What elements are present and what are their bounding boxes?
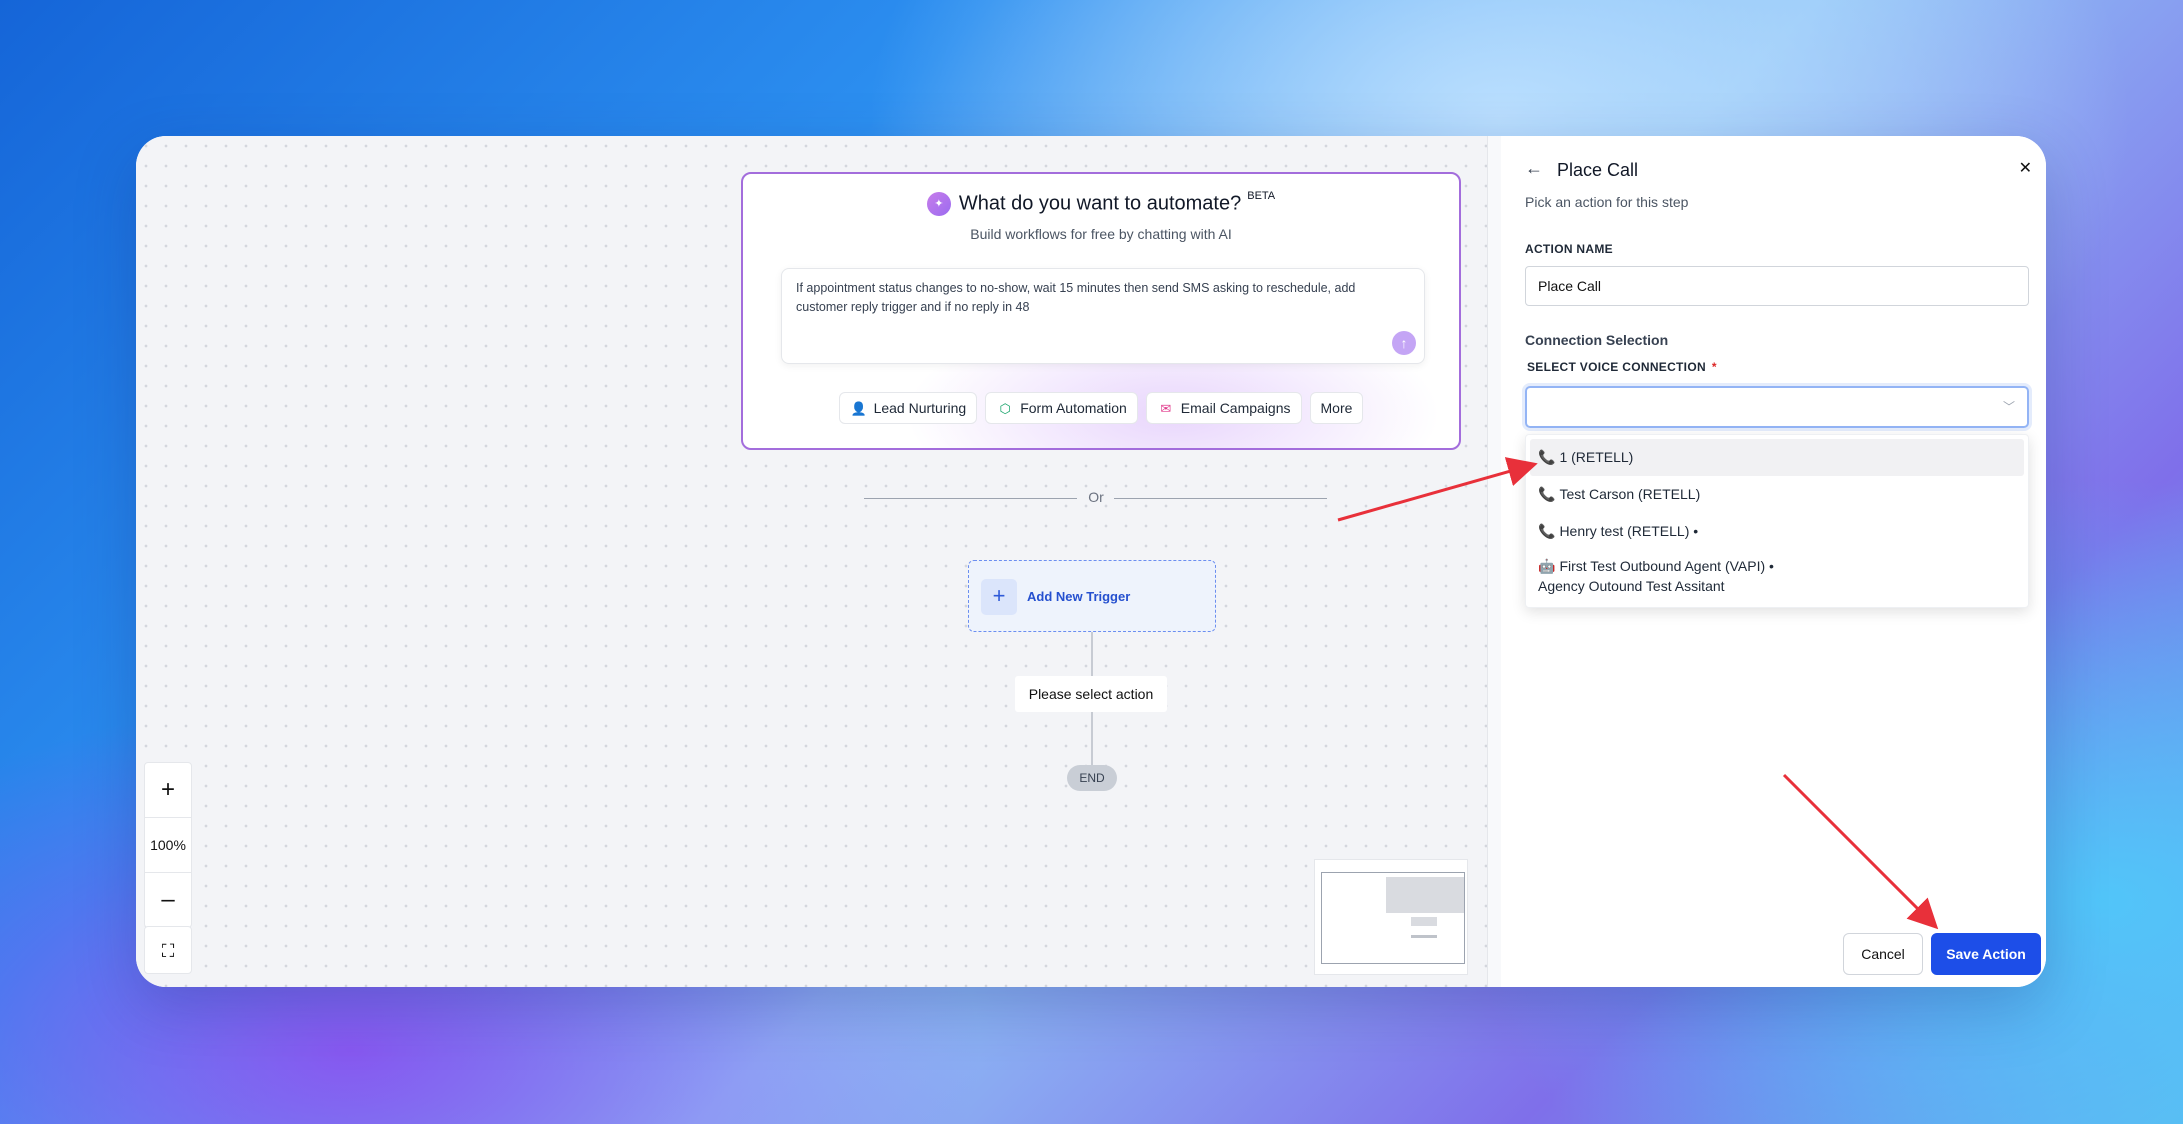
workflow-window: ✦ What do you want to automate? BETA Build… — [136, 136, 2046, 987]
ai-card-subtitle: Build workflows for free by chatting wit… — [970, 226, 1232, 242]
ai-prompt-text: If appointment status changes to no-show… — [796, 281, 1356, 314]
voice-connection-label: SELECT VOICE CONNECTION * — [1527, 360, 1717, 374]
action-name-label: ACTION NAME — [1525, 242, 1613, 256]
minimap-viewport — [1321, 872, 1465, 964]
action-name-input[interactable]: Place Call — [1525, 266, 2029, 306]
panel-subtitle: Pick an action for this step — [1525, 194, 1689, 210]
add-trigger-label: Add New Trigger — [1027, 589, 1131, 604]
zoom-controls: + 100% – — [144, 762, 192, 928]
ai-card-title: What do you want to automate? — [958, 192, 1242, 215]
workflow-canvas[interactable]: ✦ What do you want to automate? BETA Build… — [136, 136, 1487, 987]
ai-prompt-input[interactable]: If appointment status changes to no-show… — [781, 268, 1425, 364]
phone-icon: 📞 — [1538, 486, 1556, 502]
arrow-left-icon[interactable]: ← — [1525, 158, 1543, 179]
voice-connection-dropdown: 📞 1 (RETELL) 📞 Test Carson (RETELL) 📞 Henry… — [1525, 434, 2029, 608]
panel-divider — [1487, 136, 1502, 987]
option-test-carson[interactable]: 📞 Test Carson (RETELL) — [1530, 476, 2024, 513]
connection-section-title: Connection Selection — [1525, 332, 1669, 348]
ai-sparkle-icon: ✦ — [926, 192, 951, 216]
user-icon: 👤 — [850, 401, 867, 416]
cube-icon: ⬡ — [999, 401, 1011, 416]
robot-icon: 🤖 — [1538, 558, 1556, 574]
select-action-node[interactable]: Please select action — [1015, 676, 1167, 712]
required-mark: * — [1711, 360, 1717, 374]
chevron-down-icon: ﹀ — [2002, 400, 2015, 414]
voice-connection-select[interactable]: ﹀ — [1525, 386, 2029, 428]
fit-view-icon[interactable]: ⛶ — [144, 926, 192, 974]
beta-badge: BETA — [1247, 190, 1276, 202]
phone-icon: 📞 — [1538, 523, 1556, 539]
send-arrow-icon[interactable]: ↑ — [1392, 331, 1416, 355]
chip-more[interactable]: More — [1309, 392, 1364, 424]
chip-lead-nurturing[interactable]: 👤 Lead Nurturing — [838, 392, 978, 424]
zoom-out-button[interactable]: – — [145, 873, 191, 927]
option-first-test-vapi[interactable]: 🤖 First Test Outbound Agent (VAPI) • Agenc… — [1530, 550, 2024, 600]
action-panel: ← Place Call ✕ Pick an action for this s… — [1501, 136, 2046, 987]
plus-icon: + — [981, 579, 1017, 615]
separator-or: Or — [1088, 489, 1104, 505]
suggestion-chips: 👤 Lead Nurturing ⬡ Form Automation ✉ Email … — [743, 392, 1459, 424]
mail-icon: ✉ — [1160, 401, 1172, 416]
chip-email-campaigns[interactable]: ✉ Email Campaigns — [1145, 392, 1302, 424]
option-1-retell[interactable]: 📞 1 (RETELL) — [1530, 439, 2024, 476]
close-icon[interactable]: ✕ — [2019, 158, 2032, 178]
connector-line — [1091, 632, 1093, 676]
chip-form-automation[interactable]: ⬡ Form Automation — [985, 392, 1138, 424]
separator-line-right — [1114, 498, 1327, 499]
connector-line — [1091, 712, 1093, 765]
phone-icon: 📞 — [1538, 449, 1556, 465]
end-node: END — [1067, 765, 1117, 791]
ai-builder-card: ✦ What do you want to automate? BETA Build… — [741, 172, 1461, 450]
add-trigger-node[interactable]: + Add New Trigger — [968, 560, 1216, 632]
panel-title: Place Call — [1557, 160, 1639, 180]
minimap[interactable] — [1314, 859, 1468, 975]
zoom-in-button[interactable]: + — [145, 763, 191, 818]
separator-line-left — [864, 498, 1077, 499]
cancel-button[interactable]: Cancel — [1843, 933, 1923, 975]
zoom-level: 100% — [145, 818, 191, 873]
save-action-button[interactable]: Save Action — [1931, 933, 2041, 975]
option-henry-test[interactable]: 📞 Henry test (RETELL) • — [1530, 513, 2024, 550]
option-sub-label: Agency Outound Test Assitant — [1538, 578, 1725, 594]
